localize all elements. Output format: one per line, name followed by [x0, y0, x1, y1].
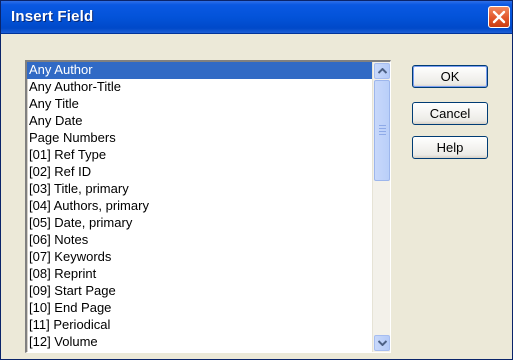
field-list-item[interactable]: [12] Volume — [27, 334, 372, 351]
field-list-item[interactable]: [09] Start Page — [27, 283, 372, 300]
field-list-item[interactable]: [05] Date, primary — [27, 215, 372, 232]
thumb-grip-line — [379, 125, 386, 126]
field-list-item[interactable]: [10] End Page — [27, 300, 372, 317]
help-button[interactable]: Help — [412, 136, 488, 159]
scroll-up-button[interactable] — [374, 63, 390, 79]
title-bar[interactable]: Insert Field — [1, 1, 512, 34]
arrow-up-icon — [378, 68, 387, 74]
field-list-item[interactable]: [03] Title, primary — [27, 181, 372, 198]
thumb-grip-line — [379, 131, 386, 132]
field-list-item[interactable]: Page Numbers — [27, 130, 372, 147]
field-list-item[interactable]: [02] Ref ID — [27, 164, 372, 181]
cancel-button[interactable]: Cancel — [412, 102, 488, 125]
field-list-item[interactable]: Any Author-Title — [27, 79, 372, 96]
vertical-scrollbar[interactable] — [372, 62, 390, 352]
dialog-title: Insert Field — [11, 8, 94, 25]
arrow-down-icon — [378, 340, 387, 346]
field-list-item[interactable]: [01] Ref Type — [27, 147, 372, 164]
field-list-item[interactable]: Any Title — [27, 96, 372, 113]
field-list: Any Author Any Author-Title Any Title Any D… — [27, 62, 372, 351]
close-button[interactable] — [488, 6, 510, 28]
thumb-grip-line — [379, 134, 386, 135]
thumb-grip-line — [379, 128, 386, 129]
dialog-client-area: Any Author Any Author-Title Any Title Any D… — [1, 34, 512, 359]
close-icon — [492, 10, 506, 24]
field-list-item[interactable]: [08] Reprint — [27, 266, 372, 283]
scroll-down-button[interactable] — [374, 335, 390, 351]
field-list-item[interactable]: [07] Keywords — [27, 249, 372, 266]
field-list-item[interactable]: Any Date — [27, 113, 372, 130]
scrollbar-thumb[interactable] — [374, 80, 390, 181]
field-list-item[interactable]: [04] Authors, primary — [27, 198, 372, 215]
ok-button[interactable]: OK — [412, 65, 488, 88]
field-list-item[interactable]: Any Author — [27, 62, 372, 79]
field-list-item[interactable]: [06] Notes — [27, 232, 372, 249]
field-listbox[interactable]: Any Author Any Author-Title Any Title Any D… — [25, 60, 391, 353]
field-list-item[interactable]: [11] Periodical — [27, 317, 372, 334]
insert-field-dialog: Insert Field Any Author Any Author-Title A… — [0, 0, 513, 360]
